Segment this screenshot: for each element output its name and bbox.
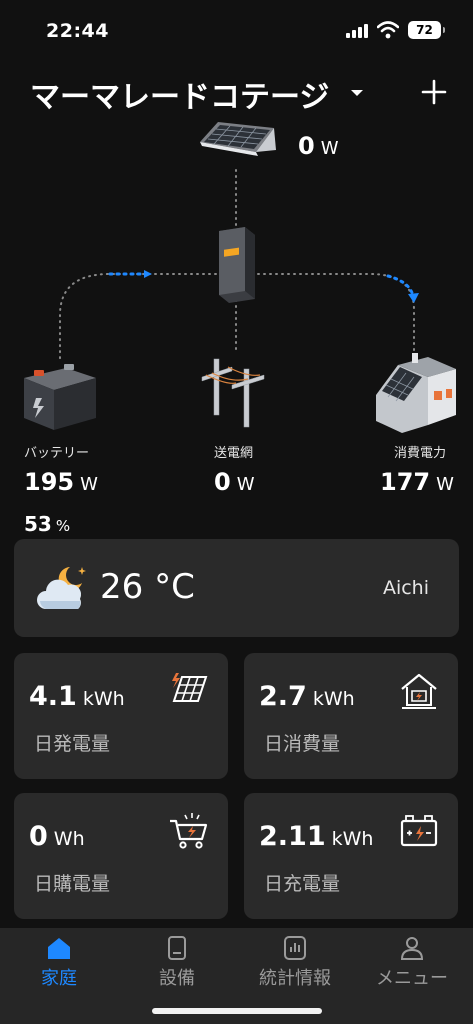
tile-daily-purchase[interactable]: 0 Wh 日購電量 — [14, 793, 228, 919]
weather-temperature: 26 °C — [100, 567, 195, 607]
tile-value: 4.1 kWh — [29, 681, 125, 712]
battery-label: バッテリー — [24, 446, 90, 461]
tile-daily-consumption[interactable]: 2.7 kWh 日消費量 — [244, 653, 458, 779]
flow-arrow-left — [144, 270, 152, 278]
solar-power-value: 0W — [298, 132, 339, 160]
user-icon — [400, 937, 424, 960]
house-icon — [401, 673, 437, 709]
status-time: 22:44 — [46, 20, 109, 42]
home-indicator[interactable] — [152, 1008, 322, 1014]
weather-location: Aichi — [382, 577, 429, 599]
tile-value: 2.11 kWh — [259, 821, 374, 852]
solar-panel-icon — [172, 673, 208, 702]
inverter-icon — [219, 227, 255, 303]
nav-item-statistics[interactable]: 統計情報 — [240, 936, 350, 996]
solar-panel-icon — [200, 122, 276, 156]
battery-power-value: 195 W — [24, 468, 98, 496]
nav-item-menu[interactable]: メニュー — [357, 936, 467, 996]
tile-label: 日充電量 — [264, 873, 341, 895]
battery-status-icon: 72 — [408, 21, 445, 39]
tile-daily-charge[interactable]: 2.11 kWh 日充電量 — [244, 793, 458, 919]
house-icon — [376, 353, 456, 433]
chart-icon — [284, 936, 306, 960]
nav-item-home[interactable]: 家庭 — [4, 936, 114, 996]
tile-daily-generation[interactable]: 4.1 kWh 日発電量 — [14, 653, 228, 779]
nav-label: メニュー — [376, 968, 448, 989]
tile-label: 日消費量 — [264, 733, 341, 755]
battery-icon — [24, 364, 96, 430]
power-pole-icon — [201, 358, 265, 428]
grid-power-value: 0W — [214, 468, 255, 496]
energy-flow-diagram — [24, 122, 456, 433]
chevron-down-icon[interactable] — [350, 88, 364, 98]
status-bar: 22:44 72 — [0, 0, 473, 60]
add-button[interactable] — [418, 76, 450, 108]
home-icon — [48, 938, 70, 959]
moon-cloud-icon — [37, 567, 86, 609]
tile-value: 0 Wh — [29, 821, 85, 852]
weather-card[interactable]: 26 °C Aichi — [14, 539, 459, 637]
plus-icon — [421, 79, 447, 105]
home-power-value: 177 W — [380, 468, 454, 496]
tile-value: 2.7 kWh — [259, 681, 355, 712]
grid-label: 送電網 — [214, 446, 254, 461]
cart-icon — [170, 813, 208, 849]
tile-label: 日発電量 — [34, 733, 111, 755]
nav-item-devices[interactable]: 設備 — [122, 936, 232, 996]
nav-label: 設備 — [159, 968, 195, 989]
device-icon — [168, 936, 186, 960]
battery-icon — [400, 815, 438, 847]
flow-animation-home — [386, 274, 415, 298]
signal-icon — [346, 24, 368, 38]
battery-level: 72 — [416, 23, 433, 37]
tile-label: 日購電量 — [34, 873, 111, 895]
flow-arrow-down — [408, 293, 419, 303]
wifi-icon — [377, 21, 399, 39]
battery-soc-value: 53% — [24, 512, 71, 536]
nav-label: 家庭 — [41, 968, 77, 989]
nav-label: 統計情報 — [259, 968, 331, 989]
home-label: 消費電力 — [394, 446, 447, 461]
